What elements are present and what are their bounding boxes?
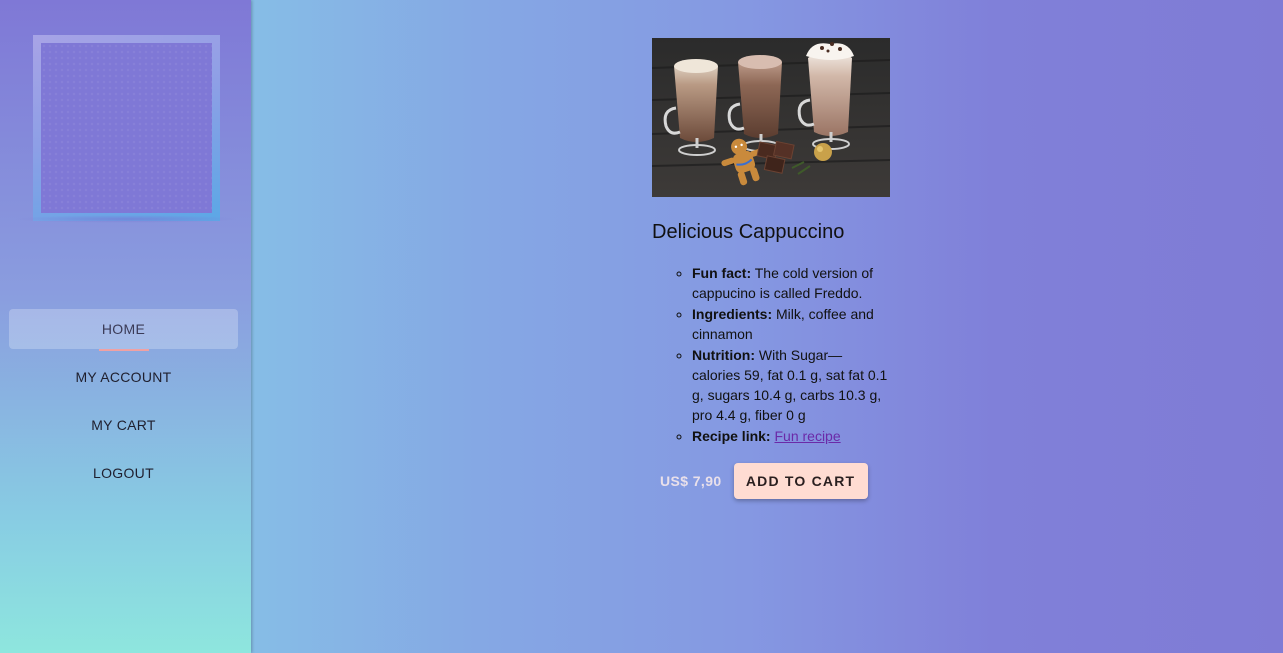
buy-row: US$ 7,90 ADD TO CART bbox=[652, 463, 890, 499]
sidebar: HOME MY ACCOUNT MY CART LOGOUT bbox=[0, 0, 251, 653]
product-card: Delicious Cappuccino Fun fact: The cold … bbox=[652, 38, 890, 499]
cappuccino-image bbox=[652, 38, 890, 197]
nav-item-my-cart[interactable]: MY CART bbox=[9, 405, 238, 445]
product-price: US$ 7,90 bbox=[660, 473, 722, 489]
list-item: Nutrition: With Sugar—calories 59, fat 0… bbox=[692, 345, 890, 425]
list-item: Fun fact: The cold version of cappucino … bbox=[692, 263, 890, 303]
nav-item-my-account[interactable]: MY ACCOUNT bbox=[9, 357, 238, 397]
nav-item-home[interactable]: HOME bbox=[9, 309, 238, 351]
product-facts-list: Fun fact: The cold version of cappucino … bbox=[652, 263, 890, 446]
fact-label-nutrition: Nutrition: bbox=[692, 347, 755, 363]
list-item: Ingredients: Milk, coffee and cinnamon bbox=[692, 304, 890, 344]
fact-label-ingredients: Ingredients: bbox=[692, 306, 773, 322]
main-content: Delicious Cappuccino Fun fact: The cold … bbox=[251, 0, 1283, 653]
product-image bbox=[652, 38, 890, 197]
sidebar-nav: HOME MY ACCOUNT MY CART LOGOUT bbox=[9, 309, 238, 501]
recipe-link[interactable]: Fun recipe bbox=[774, 428, 840, 444]
fact-label-fun-fact: Fun fact: bbox=[692, 265, 752, 281]
app-root: HOME MY ACCOUNT MY CART LOGOUT Delicious… bbox=[0, 0, 1283, 653]
nav-item-logout[interactable]: LOGOUT bbox=[9, 453, 238, 493]
logo-frame bbox=[33, 35, 220, 221]
logo-shadow bbox=[14, 215, 239, 223]
product-title: Delicious Cappuccino bbox=[652, 221, 845, 243]
fact-label-recipe-link: Recipe link: bbox=[692, 428, 771, 444]
list-item: Recipe link: Fun recipe bbox=[692, 426, 890, 446]
add-to-cart-button[interactable]: ADD TO CART bbox=[733, 463, 868, 499]
